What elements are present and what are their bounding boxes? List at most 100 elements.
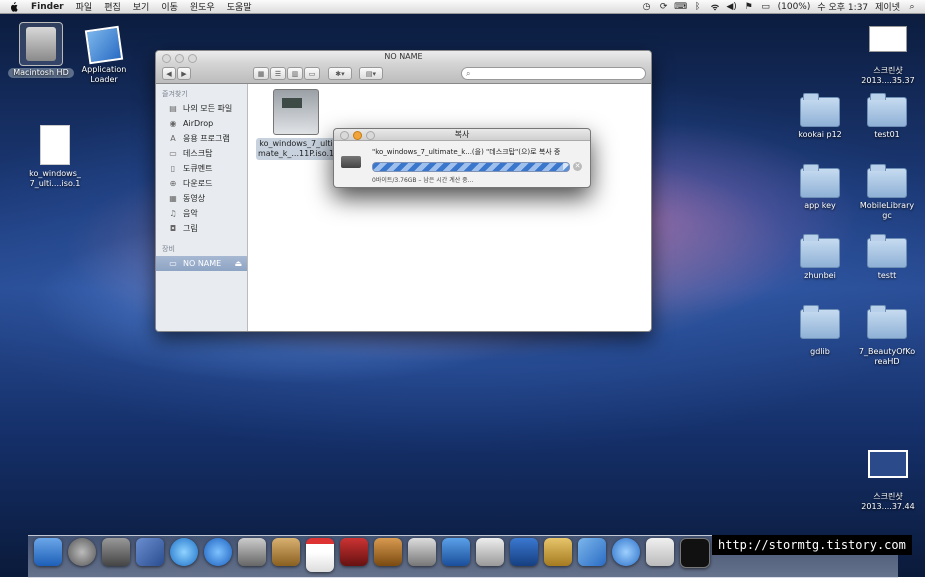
keychain-dock-icon[interactable] xyxy=(544,538,572,566)
sidebar-item-airdrop[interactable]: ◉ AirDrop xyxy=(156,116,247,131)
folder-gdlib[interactable]: gdlib xyxy=(788,305,852,357)
battery-icon[interactable]: ▭ xyxy=(761,2,771,12)
sidebar-item-movies[interactable]: ▦ 동영상 xyxy=(156,191,247,206)
menu-edit[interactable]: 편집 xyxy=(98,0,127,13)
menu-window[interactable]: 윈도우 xyxy=(184,0,221,13)
menu-help[interactable]: 도움말 xyxy=(221,0,258,13)
wifi-icon[interactable] xyxy=(710,2,720,12)
application-loader-dock-icon[interactable] xyxy=(578,538,606,566)
folder-mobilelibrary[interactable]: MobileLibrary gc xyxy=(850,164,924,221)
apple-icon[interactable] xyxy=(7,1,19,12)
spotlight-icon[interactable]: ⌕ xyxy=(907,2,917,12)
action-menu-button[interactable]: ✱▾ xyxy=(328,67,352,80)
copy-dialog: 복사 "ko_windows_7_ultimate_k...(을) "데스크탑"… xyxy=(333,128,591,188)
folder-app-key[interactable]: app key xyxy=(788,164,852,211)
application-loader-icon[interactable]: Application Loader xyxy=(78,25,130,85)
folder-icon xyxy=(867,234,907,268)
macintosh-hd-icon[interactable]: Macintosh HD xyxy=(8,22,74,78)
disk-utility-dock-icon[interactable] xyxy=(476,538,504,566)
document-icon xyxy=(40,125,70,165)
address-book-dock-icon[interactable] xyxy=(272,538,300,566)
sidebar-item-desktop[interactable]: ▭ 데스크탑 xyxy=(156,146,247,161)
close-button[interactable] xyxy=(340,131,349,140)
folder-kookai[interactable]: kookai p12 xyxy=(788,93,852,140)
bluetooth-dock-icon[interactable] xyxy=(510,538,538,566)
sidebar-item-downloads[interactable]: ⊕ 다운로드 xyxy=(156,176,247,191)
app-loader-label-2: Loader xyxy=(90,75,118,84)
screenshot-1-icon[interactable]: 스크린샷 2013....35.37 xyxy=(855,26,921,86)
iphoto-dock-icon[interactable] xyxy=(374,538,402,566)
xcode-dock-icon[interactable] xyxy=(442,538,470,566)
icon-view-button[interactable]: ▦ xyxy=(253,67,269,80)
app-store-dock-icon[interactable] xyxy=(204,538,232,566)
file-name-line-2: mate_k_...11P.iso.1 xyxy=(258,149,335,158)
finder-dock-icon[interactable] xyxy=(34,538,62,566)
sync-icon[interactable]: ⟳ xyxy=(659,2,669,12)
sidebar-item-all-files[interactable]: ▤ 나의 모든 파일 xyxy=(156,101,247,116)
cancel-copy-icon[interactable]: ✕ xyxy=(573,162,582,171)
column-view-button[interactable]: ▥ xyxy=(287,67,303,80)
terminal-dock-icon[interactable] xyxy=(680,538,710,568)
itunes-dock-icon[interactable] xyxy=(612,538,640,566)
sidebar-item-no-name[interactable]: ▭ NO NAME ⏏ xyxy=(156,256,247,271)
minimize-button[interactable] xyxy=(353,131,362,140)
folder-icon xyxy=(800,164,840,198)
calendar-dock-icon[interactable] xyxy=(306,538,334,572)
flag-icon[interactable]: ⚑ xyxy=(744,2,754,12)
hard-drive-icon xyxy=(19,22,63,66)
arrange-menu-button[interactable]: ▤▾ xyxy=(359,67,383,80)
all-files-icon: ▤ xyxy=(169,104,177,113)
launchpad-dock-icon[interactable] xyxy=(68,538,96,566)
menu-finder[interactable]: Finder xyxy=(25,2,70,12)
back-button[interactable]: ◀ xyxy=(162,67,176,80)
folder-zhunbei[interactable]: zhunbei xyxy=(788,234,852,281)
search-input[interactable]: ⌕ xyxy=(461,67,646,80)
list-view-button[interactable]: ☰ xyxy=(270,67,286,80)
screenshot-2-icon[interactable]: 스크린샷 2013....37.44 xyxy=(855,450,921,512)
time-machine-icon[interactable]: ◷ xyxy=(642,2,652,12)
ime-icon[interactable]: ⌨ xyxy=(674,2,687,12)
copy-progress-bar xyxy=(372,162,570,172)
sidebar-item-pictures[interactable]: ◘ 그림 xyxy=(156,221,247,236)
photo-booth-dock-icon[interactable] xyxy=(340,538,368,566)
finder-titlebar[interactable]: NO NAME xyxy=(156,51,651,63)
preview-dock-icon[interactable] xyxy=(136,538,164,566)
minimize-button[interactable] xyxy=(175,54,184,63)
folder-icon xyxy=(867,93,907,127)
safari-dock-icon[interactable] xyxy=(170,538,198,566)
zoom-button[interactable] xyxy=(366,131,375,140)
clock[interactable]: 수 오후 1:37 xyxy=(817,0,868,13)
zoom-button[interactable] xyxy=(188,54,197,63)
disk-icon xyxy=(341,156,361,168)
forward-button[interactable]: ▶ xyxy=(177,67,191,80)
sidebar-item-applications[interactable]: A 응용 프로그램 xyxy=(156,131,247,146)
close-button[interactable] xyxy=(162,54,171,63)
iso-file-item[interactable]: ko_windows_7_ulti mate_k_...11P.iso.1 xyxy=(256,89,336,160)
menu-file[interactable]: 파일 xyxy=(70,0,99,13)
sidebar-item-music[interactable]: ♫ 음악 xyxy=(156,206,247,221)
mission-control-dock-icon[interactable] xyxy=(102,538,130,566)
iso-file-desktop-icon[interactable]: ko_windows_ 7_ulti....iso.1 xyxy=(22,125,88,189)
chrome-dock-icon[interactable] xyxy=(646,538,674,566)
copy-title: 복사 xyxy=(454,130,470,139)
finder-window: NO NAME ◀ ▶ ▦ ☰ ▥ ▭ ✱▾ ▤▾ ⌕ 즐겨찾기 ▤ 나의 모든 … xyxy=(155,50,652,332)
applications-icon: A xyxy=(170,134,176,143)
user-name[interactable]: 제이넷 xyxy=(875,0,900,13)
volume-icon[interactable]: ◀) xyxy=(726,2,736,12)
folder-beautyofkorea[interactable]: 7_BeautyOfKo reaHD xyxy=(850,305,924,367)
coverflow-view-button[interactable]: ▭ xyxy=(304,67,320,80)
folder-label: testt xyxy=(877,271,897,280)
menu-view[interactable]: 보기 xyxy=(127,0,156,13)
menu-go[interactable]: 이동 xyxy=(155,0,184,13)
system-preferences-dock-icon[interactable] xyxy=(408,538,436,566)
screenshot-thumbnail-icon xyxy=(869,26,907,52)
sidebar-item-documents[interactable]: ▯ 도큐멘트 xyxy=(156,161,247,176)
facetime-dock-icon[interactable] xyxy=(238,538,266,566)
bluetooth-icon[interactable]: ᛒ xyxy=(693,2,703,12)
folder-testt[interactable]: testt xyxy=(855,234,919,281)
eject-icon[interactable]: ⏏ xyxy=(234,259,242,268)
folder-icon xyxy=(800,234,840,268)
sidebar-item-label: 나의 모든 파일 xyxy=(183,104,233,113)
folder-test01[interactable]: test01 xyxy=(855,93,919,140)
copy-titlebar[interactable]: 복사 xyxy=(334,129,590,141)
